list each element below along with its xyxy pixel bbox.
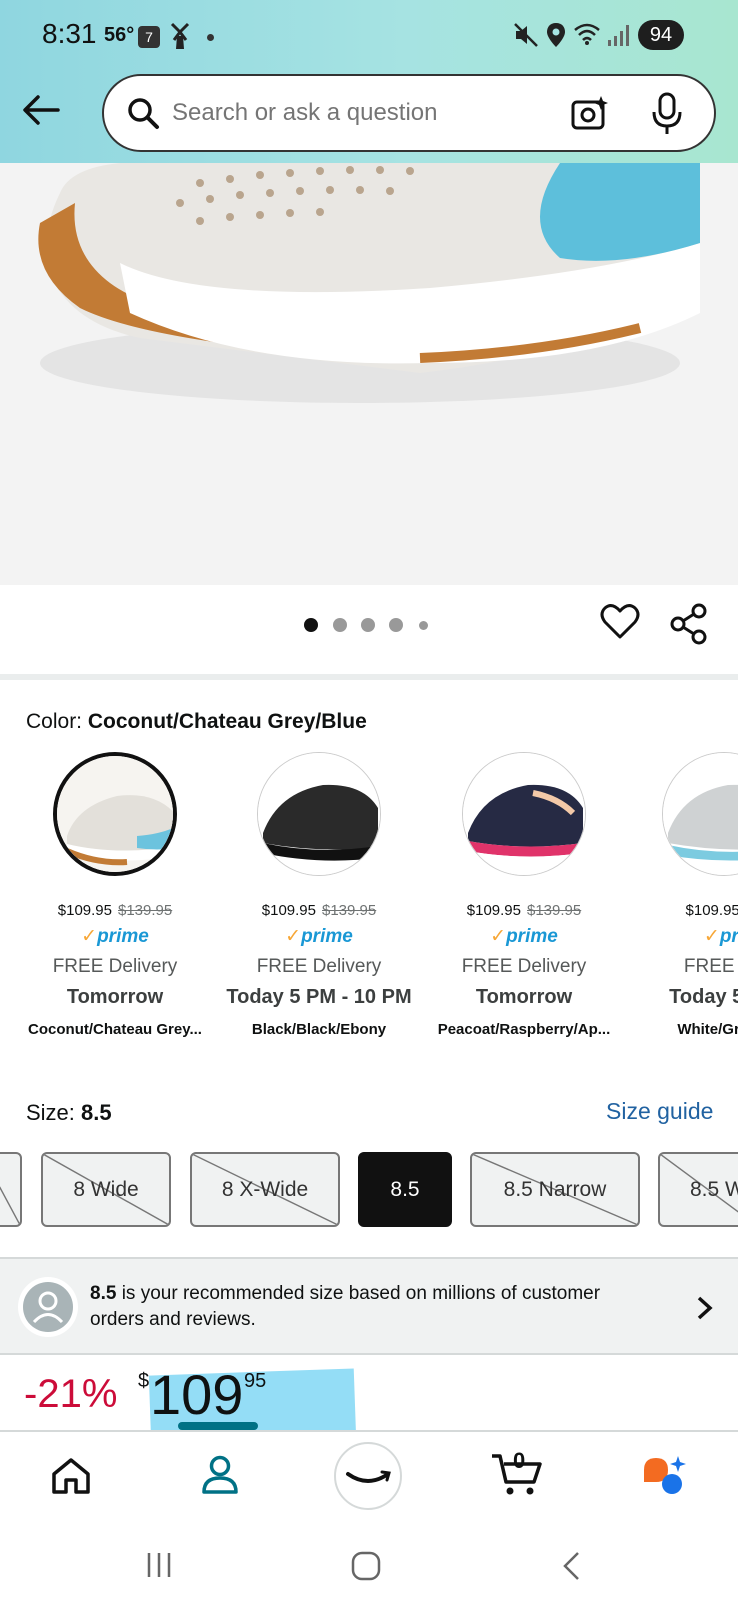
size-guide-link[interactable]: Size guide xyxy=(606,1098,713,1125)
status-temperature: 56° xyxy=(104,24,135,46)
gallery-dot[interactable] xyxy=(333,618,347,632)
swatch-image xyxy=(662,752,738,876)
heart-icon[interactable] xyxy=(600,603,640,641)
amazon-button[interactable] xyxy=(334,1442,402,1510)
swatch-name: Coconut/Chateau Grey... xyxy=(28,1021,202,1038)
search-bar[interactable] xyxy=(102,74,716,152)
size-label: Size: xyxy=(26,1100,75,1125)
color-selected-value: Coconut/Chateau Grey/Blue xyxy=(87,710,367,733)
discount-percent: -21% xyxy=(24,1372,118,1416)
cart-count: 0 xyxy=(513,1448,526,1473)
system-back-icon[interactable] xyxy=(560,1550,584,1582)
search-input[interactable] xyxy=(172,99,552,127)
color-label: Color: xyxy=(26,710,83,733)
price-fraction: 95 xyxy=(244,1370,267,1392)
mute-icon xyxy=(514,23,538,47)
home-circle-icon[interactable] xyxy=(350,1550,382,1582)
calendar-icon: 7 xyxy=(138,26,160,48)
recommendation-text: 8.5 is your recommended size based on mi… xyxy=(90,1283,601,1330)
swatch-name: Peacoat/Raspberry/Ap... xyxy=(437,1021,611,1038)
swatch-price: $109.95 $139.95 xyxy=(57,902,173,919)
swatch-name: White/Grey/E xyxy=(677,1021,738,1038)
product-image[interactable] xyxy=(0,163,738,585)
color-option-white[interactable]: $109.95$1 ✓pri FREE De Today 5 PM White/… xyxy=(624,752,738,1038)
swatch-image xyxy=(462,752,586,876)
swatch-delivery-time: Tomorrow xyxy=(475,986,573,1008)
home-icon[interactable] xyxy=(50,1456,92,1496)
share-icon[interactable] xyxy=(670,603,708,645)
size-option-partial[interactable] xyxy=(0,1152,22,1227)
user-avatar-icon xyxy=(23,1282,73,1332)
camera-search-icon[interactable] xyxy=(570,94,610,132)
shoe-illustration xyxy=(38,163,700,403)
status-time: 8:31 xyxy=(42,18,97,49)
color-option-black[interactable]: $109.95 $139.95 ✓prime FREE Delivery Toda… xyxy=(219,752,419,1038)
chevron-right-icon xyxy=(697,1296,713,1320)
color-heading: Color: Coconut/Chateau Grey/Blue xyxy=(26,710,367,734)
account-icon[interactable] xyxy=(200,1454,240,1496)
size-option-8-5-selected[interactable]: 8.5 xyxy=(358,1152,452,1227)
swatch-delivery: FREE Delivery xyxy=(52,956,178,977)
swatch-delivery: FREE Delivery xyxy=(256,956,382,977)
gallery-dot[interactable] xyxy=(361,618,375,632)
size-option-8-5-wide[interactable]: 8.5 W xyxy=(658,1152,738,1227)
gallery-controls xyxy=(0,585,738,680)
swatch-price: $109.95 $139.95 xyxy=(261,902,377,919)
back-arrow-icon[interactable] xyxy=(20,92,62,128)
signal-icon xyxy=(608,25,629,46)
swatch-price: $109.95$1 xyxy=(685,902,738,919)
prime-badge: ✓prime xyxy=(81,926,149,947)
rufus-assistant-icon[interactable] xyxy=(640,1454,688,1498)
prime-badge: ✓prime xyxy=(285,926,353,947)
prime-badge: ✓pri xyxy=(703,926,738,947)
gallery-dot-active[interactable] xyxy=(304,618,318,632)
color-option-peacoat[interactable]: $109.95 $139.95 ✓prime FREE Delivery Tomo… xyxy=(424,752,624,1038)
microphone-icon[interactable] xyxy=(650,92,684,136)
size-option-8-5-narrow[interactable]: 8.5 Narrow xyxy=(470,1152,640,1227)
color-option-coconut[interactable]: $109.95 $139.95 ✓prime FREE Delivery Tomo… xyxy=(15,752,215,1038)
amazon-smile-icon xyxy=(346,1470,391,1483)
size-option-8-wide[interactable]: 8 Wide xyxy=(41,1152,171,1227)
prime-badge: ✓prime xyxy=(490,926,558,947)
price-currency: $ xyxy=(138,1370,150,1392)
size-heading: Size: 8.5 xyxy=(26,1100,112,1126)
swatch-image xyxy=(53,752,177,876)
size-option-8-x-wide[interactable]: 8 X-Wide xyxy=(190,1152,340,1227)
battery-indicator: 94 xyxy=(638,20,684,50)
swatch-image xyxy=(257,752,381,876)
notification-dot-icon xyxy=(207,34,214,41)
bottom-nav: 0 xyxy=(0,1430,738,1530)
windmill-icon xyxy=(170,22,190,49)
swatch-name: Black/Black/Ebony xyxy=(251,1021,387,1038)
system-nav-bar xyxy=(0,1530,738,1600)
swatch-delivery-time: Tomorrow xyxy=(66,986,164,1008)
swatch-delivery: FREE Delivery xyxy=(461,956,587,977)
size-selected-value: 8.5 xyxy=(81,1100,112,1125)
price-row: -21% $ 109 95 xyxy=(0,1356,738,1430)
swatch-delivery-time: Today 5 PM xyxy=(669,986,738,1008)
avatar xyxy=(18,1277,78,1337)
swatch-price: $109.95 $139.95 xyxy=(466,902,582,919)
recent-apps-icon[interactable] xyxy=(144,1550,174,1580)
search-icon xyxy=(128,98,159,129)
size-recommendation[interactable]: 8.5 is your recommended size based on mi… xyxy=(0,1257,738,1355)
wifi-icon xyxy=(574,23,600,45)
price-whole: 109 xyxy=(150,1363,244,1426)
top-header: 8:31 56° 7 94 xyxy=(0,0,738,163)
gallery-dot[interactable] xyxy=(389,618,403,632)
location-icon xyxy=(547,23,565,47)
swatch-delivery: FREE De xyxy=(683,956,738,977)
swatch-delivery-time: Today 5 PM - 10 PM xyxy=(226,986,412,1008)
gallery-dot[interactable] xyxy=(419,621,428,630)
